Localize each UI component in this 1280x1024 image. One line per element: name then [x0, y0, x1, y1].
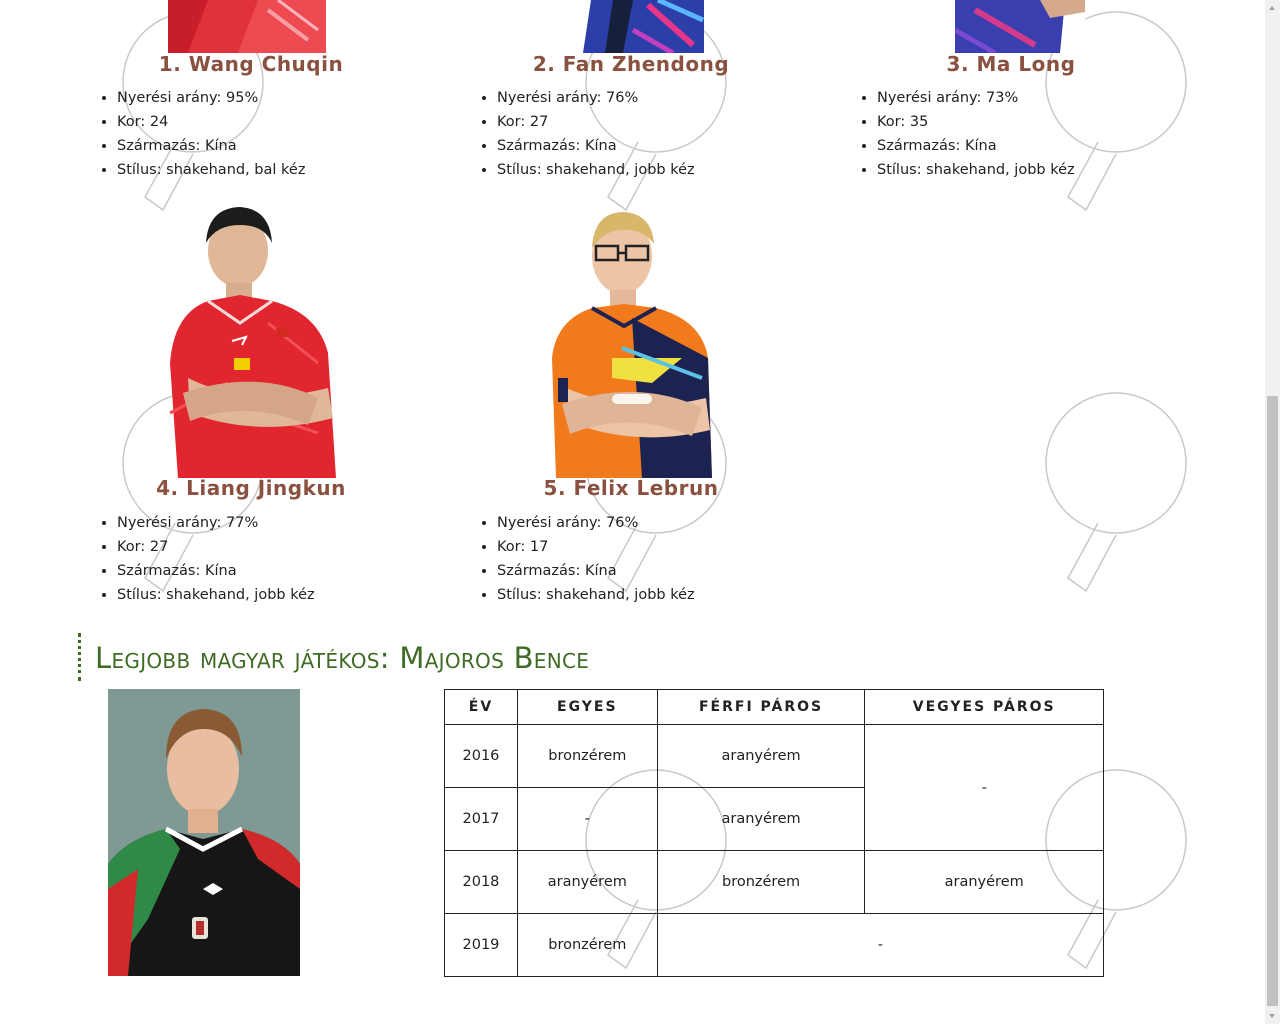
section-heading: Legjobb magyar játékos: Majoros Bence: [78, 633, 589, 681]
player-photo: [108, 689, 300, 976]
stat-win-rate: Nyerési arány: 95%: [117, 86, 417, 110]
stat-origin: Származás: Kína: [497, 559, 797, 583]
cell-mixed-doubles: aranyérem: [864, 850, 1104, 914]
cell-year: 2019: [444, 913, 518, 977]
column-header-mixed-doubles: VEGYES PÁROS: [864, 689, 1104, 725]
player-photo: [168, 203, 340, 478]
cell-mens-doubles: aranyérem: [656, 724, 866, 788]
cell-doubles-merged: -: [656, 913, 1105, 977]
column-header-mens-doubles: FÉRFI PÁROS: [656, 689, 866, 725]
player-name: 4. Liang Jingkun: [156, 476, 346, 500]
column-header-singles: EGYES: [516, 689, 658, 725]
player-stats-list: Nyerési arány: 77% Kor: 27 Származás: Kí…: [97, 511, 417, 607]
stat-age: Kor: 35: [877, 110, 1177, 134]
table-row: 2018 aranyérem bronzérem aranyérem: [444, 850, 1104, 914]
page: 1. Wang Chuqin Nyerési arány: 95% Kor: 2…: [0, 0, 1265, 1024]
stat-age: Kor: 24: [117, 110, 417, 134]
cell-singles: -: [516, 787, 658, 851]
table-header-row: ÉV EGYES FÉRFI PÁROS VEGYES PÁROS: [444, 689, 1104, 725]
cell-mens-doubles: aranyérem: [656, 787, 866, 851]
player-name: 3. Ma Long: [946, 52, 1076, 76]
stat-style: Stílus: shakehand, jobb kéz: [877, 158, 1177, 182]
stat-origin: Származás: Kína: [877, 134, 1177, 158]
stat-win-rate: Nyerési arány: 77%: [117, 511, 417, 535]
stat-style: Stílus: shakehand, jobb kéz: [497, 583, 797, 607]
player-name: 2. Fan Zhendong: [532, 52, 730, 76]
player-name: 5. Felix Lebrun: [543, 476, 719, 500]
player-photo: [168, 0, 326, 53]
player-stats-list: Nyerési arány: 76% Kor: 27 Származás: Kí…: [477, 86, 797, 182]
stat-style: Stílus: shakehand, bal kéz: [117, 158, 417, 182]
stat-origin: Származás: Kína: [497, 134, 797, 158]
stat-style: Stílus: shakehand, jobb kéz: [117, 583, 417, 607]
stat-style: Stílus: shakehand, jobb kéz: [497, 158, 797, 182]
cell-mixed-doubles: -: [864, 724, 1104, 851]
player-stats-list: Nyerési arány: 76% Kor: 17 Származás: Kí…: [477, 511, 797, 607]
cell-singles: aranyérem: [516, 850, 658, 914]
section-title: Legjobb magyar játékos: Majoros Bence: [95, 641, 590, 675]
stat-win-rate: Nyerési arány: 76%: [497, 511, 797, 535]
results-table: ÉV EGYES FÉRFI PÁROS VEGYES PÁROS 2016 b…: [444, 689, 1105, 977]
player-photo: [955, 0, 1085, 53]
player-photo: [552, 208, 712, 478]
stat-win-rate: Nyerési arány: 73%: [877, 86, 1177, 110]
player-stats-list: Nyerési arány: 73% Kor: 35 Származás: Kí…: [857, 86, 1177, 182]
vertical-scrollbar[interactable]: [1265, 0, 1280, 1024]
player-stats-list: Nyerési arány: 95% Kor: 24 Származás: Kí…: [97, 86, 417, 182]
stat-win-rate: Nyerési arány: 76%: [497, 86, 797, 110]
table-row: 2016 bronzérem aranyérem -: [444, 724, 1104, 851]
cell-year: 2017: [444, 787, 518, 851]
stat-age: Kor: 27: [117, 535, 417, 559]
scroll-up-arrow-icon[interactable]: [1265, 0, 1280, 17]
cell-mens-doubles: bronzérem: [656, 850, 866, 914]
cell-year: 2018: [444, 850, 518, 914]
cell-singles: bronzérem: [516, 913, 658, 977]
stat-origin: Származás: Kína: [117, 559, 417, 583]
player-name: 1. Wang Chuqin: [158, 52, 344, 76]
stat-age: Kor: 17: [497, 535, 797, 559]
cell-singles: bronzérem: [516, 724, 658, 788]
player-photo: [553, 0, 704, 53]
scroll-down-arrow-icon[interactable]: [1265, 1007, 1280, 1024]
column-header-year: ÉV: [444, 689, 518, 725]
stat-age: Kor: 27: [497, 110, 797, 134]
cell-year: 2016: [444, 724, 518, 788]
scrollbar-thumb[interactable]: [1267, 396, 1278, 1006]
stat-origin: Származás: Kína: [117, 134, 417, 158]
table-tennis-paddle-icon: [1038, 373, 1188, 613]
table-row: 2019 bronzérem -: [444, 913, 1105, 977]
